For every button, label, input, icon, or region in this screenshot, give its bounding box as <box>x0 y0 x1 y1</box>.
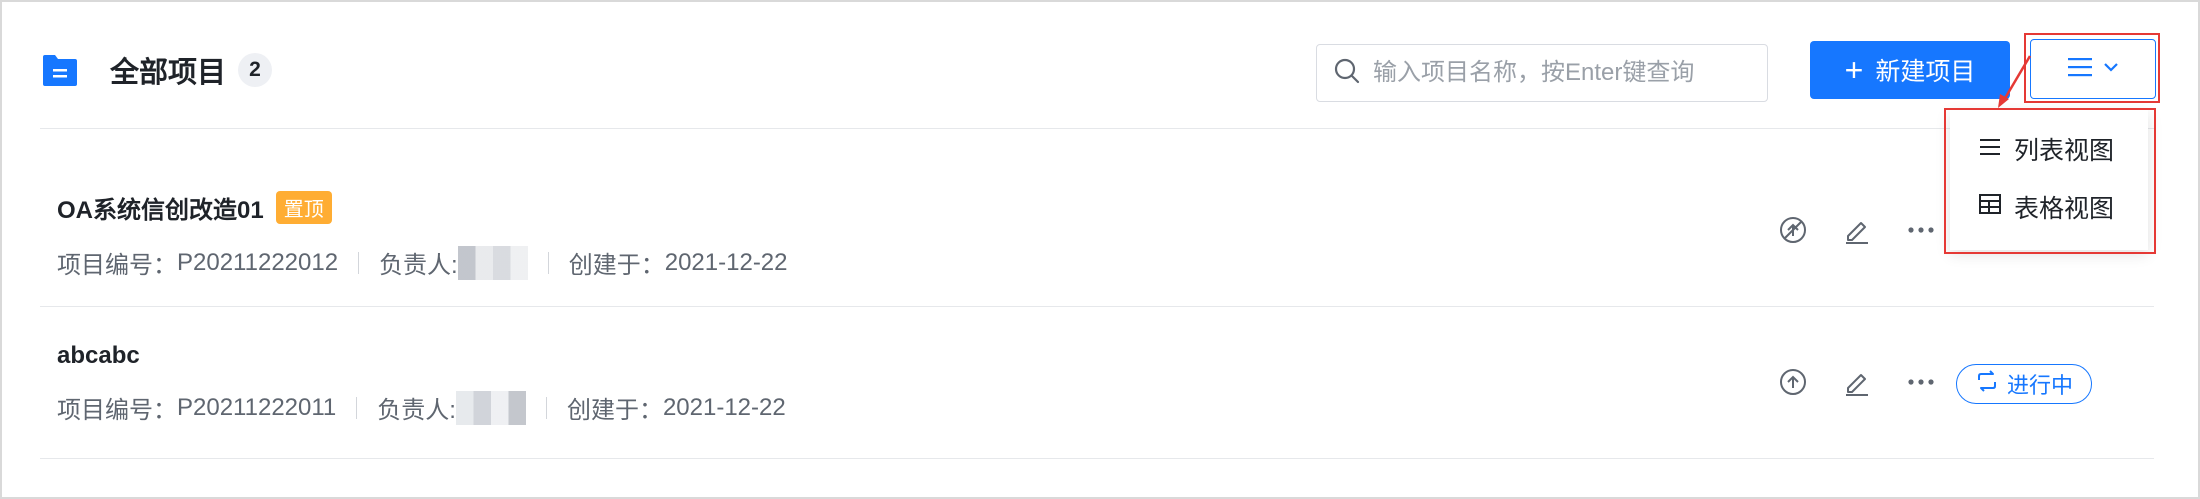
pin-icon[interactable] <box>1775 364 1811 400</box>
project-count-badge: 2 <box>238 53 273 87</box>
meta-separator <box>358 251 360 274</box>
unpin-icon[interactable] <box>1775 212 1811 248</box>
folder-icon <box>40 50 80 90</box>
meta-separator <box>356 396 358 419</box>
status-badge[interactable]: 进行中 <box>1956 364 2092 404</box>
created-label: 创建于： <box>566 397 663 424</box>
search-box[interactable] <box>1316 44 1768 102</box>
header-divider <box>40 128 2154 129</box>
status-label: 进行中 <box>2006 373 2073 398</box>
created-label: 创建于： <box>568 252 665 279</box>
row-actions <box>1775 212 1939 248</box>
page-header: 全部项目 2 <box>40 44 273 96</box>
view-toggle-highlight <box>2024 33 2160 103</box>
pinned-tag: 置顶 <box>275 191 332 224</box>
project-number-label: 项目编号： <box>57 252 177 279</box>
new-project-label: 新建项目 <box>1875 58 1976 86</box>
sync-icon <box>1975 370 1999 398</box>
page-title: 全部项目 <box>110 57 227 89</box>
owner-avatar-blurred <box>455 390 526 425</box>
project-row[interactable]: OA系统信创改造01 置顶 项目编号： P20211222012 负责人: 创建… <box>57 190 788 280</box>
edit-icon[interactable] <box>1839 364 1875 400</box>
project-row[interactable]: abcabc 项目编号： P20211222011 负责人: 创建于： 2021… <box>57 342 786 425</box>
new-project-button[interactable]: + 新建项目 <box>1810 41 2010 99</box>
project-number-label: 项目编号： <box>57 397 177 424</box>
edit-icon[interactable] <box>1839 212 1875 248</box>
row-divider <box>40 458 2154 459</box>
project-number: P20211222011 <box>177 393 337 421</box>
row-actions <box>1775 364 1939 400</box>
project-name[interactable]: abcabc <box>57 342 140 370</box>
project-name[interactable]: OA系统信创改造01 <box>57 190 264 225</box>
menu-highlight <box>1944 108 2156 254</box>
meta-separator <box>545 396 547 419</box>
owner-avatar-blurred <box>457 245 528 280</box>
plus-icon: + <box>1844 52 1864 88</box>
row-divider <box>40 306 2154 307</box>
owner-label: 负责人: <box>377 397 456 424</box>
created-date: 2021-12-22 <box>662 393 786 421</box>
owner-label: 负责人: <box>379 252 458 279</box>
more-icon[interactable] <box>1903 212 1939 248</box>
search-icon <box>1333 57 1361 90</box>
meta-separator <box>547 251 549 274</box>
more-icon[interactable] <box>1903 364 1939 400</box>
search-input[interactable] <box>1373 59 1753 87</box>
created-date: 2021-12-22 <box>664 248 788 276</box>
project-number: P20211222012 <box>177 248 339 276</box>
